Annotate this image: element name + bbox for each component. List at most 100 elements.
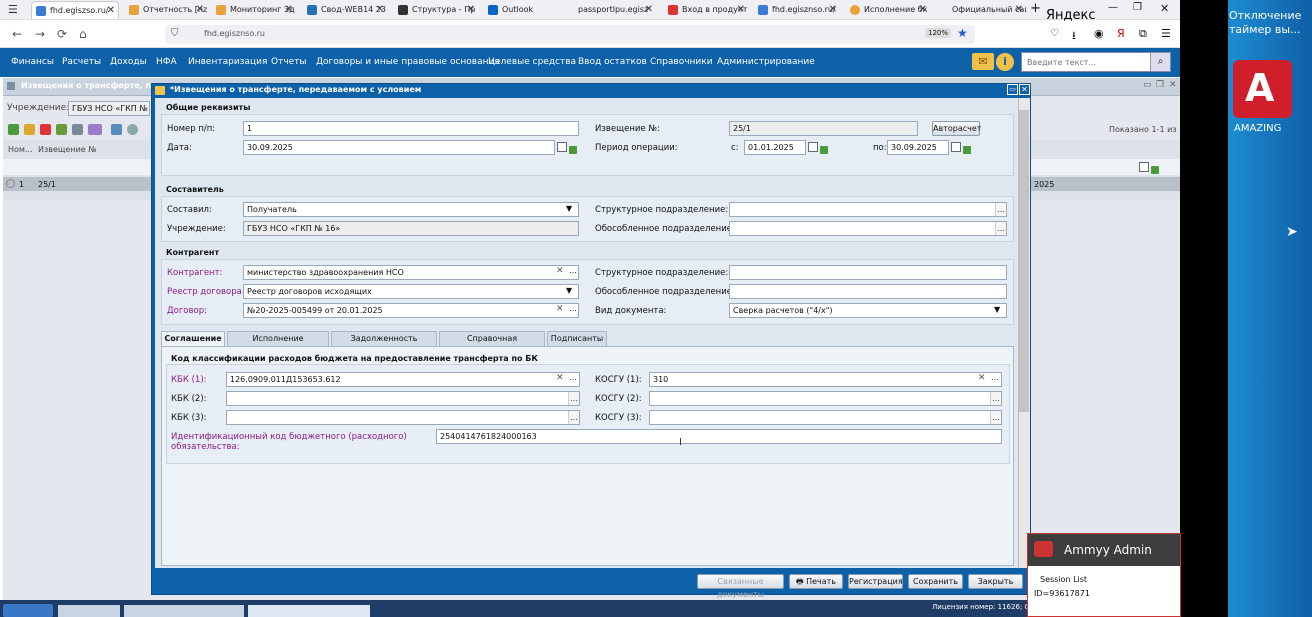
chevron-down-icon[interactable]: ▼: [994, 305, 1000, 314]
clear-filter-icon[interactable]: [1151, 166, 1159, 174]
menu-inventory[interactable]: Инвентаризация: [188, 48, 267, 77]
notice-field[interactable]: 25/1: [729, 121, 918, 136]
tab-passport[interactable]: passportlpu.egisz ✕: [560, 1, 656, 19]
tab-reporting[interactable]: Отчетность [nz ✕: [125, 1, 207, 19]
close-icon[interactable]: ✕: [1015, 1, 1023, 19]
url-field[interactable]: ⛉ fhd.egisznso.ru 120% ★: [165, 25, 975, 44]
account-icon[interactable]: ◉: [1094, 27, 1104, 40]
kosgu2-field[interactable]: …: [649, 391, 1002, 406]
close-icon[interactable]: ✕: [829, 1, 837, 19]
zoom-badge[interactable]: 120%: [925, 28, 952, 38]
ellipsis-icon[interactable]: …: [990, 411, 1001, 424]
restore-icon[interactable]: ❐: [1133, 2, 1142, 13]
kbk1-field[interactable]: 126.0909.011Д153653.612: [226, 372, 580, 387]
menu-balances[interactable]: Ввод остатков: [578, 48, 647, 77]
date-field[interactable]: 30.09.2025: [243, 140, 555, 155]
composer-select[interactable]: Получатель: [243, 202, 579, 217]
doctype-select[interactable]: Сверка расчетов ("4/х"): [729, 303, 1007, 318]
kosgu3-field[interactable]: …: [649, 410, 1002, 425]
period-from-field[interactable]: 01.01.2025: [744, 140, 806, 155]
ident-code-field[interactable]: 2540414761824000163: [436, 429, 1002, 444]
counterparty-link[interactable]: Контрагент:: [167, 268, 222, 278]
close-icon[interactable]: ✕: [376, 1, 384, 19]
ammyy-session-list[interactable]: Session List: [1040, 575, 1087, 584]
star-icon[interactable]: ★: [957, 26, 968, 40]
menu-income[interactable]: Доходы: [110, 48, 147, 77]
counterparty-field[interactable]: министерство здравоохранения НСО: [243, 265, 579, 280]
tab-login[interactable]: Вход в продукт ✕: [664, 1, 748, 19]
autocalc-button[interactable]: Авторасчет: [932, 121, 981, 136]
delete-icon[interactable]: [40, 124, 51, 135]
tab-agreement-execution[interactable]: Исполнение соглашения: [227, 331, 329, 357]
ellipsis-icon[interactable]: …: [995, 222, 1006, 235]
calendar-today-icon[interactable]: [569, 146, 577, 154]
menu-admin[interactable]: Администрирование: [717, 48, 815, 77]
menu-finance[interactable]: Финансы: [11, 48, 54, 77]
chevron-down-icon[interactable]: ▼: [566, 204, 572, 213]
calendar-today-icon[interactable]: [820, 146, 828, 154]
ellipsis-icon[interactable]: …: [568, 392, 579, 405]
tab-official[interactable]: Официальный сайт ✕: [934, 1, 1026, 19]
kbk1-link[interactable]: КБК (1):: [171, 375, 207, 385]
kbk3-field[interactable]: …: [226, 410, 580, 425]
menu-reports[interactable]: Отчеты: [271, 48, 307, 77]
search-input[interactable]: [1022, 53, 1150, 71]
taskbar-item[interactable]: [58, 605, 120, 617]
bg-col-notice[interactable]: Извещение №: [38, 145, 97, 154]
bg-col-num[interactable]: Ном...: [8, 145, 33, 154]
refresh-icon[interactable]: [127, 124, 138, 135]
ellipsis-icon[interactable]: …: [991, 373, 999, 382]
registry-link[interactable]: Реестр договора:: [167, 287, 245, 297]
close-window-icon[interactable]: ✕: [1160, 2, 1169, 15]
tab-fhd[interactable]: fhd.egiszso.ru/✕: [31, 1, 119, 19]
download-icon[interactable]: ⭳: [1072, 27, 1076, 46]
ellipsis-icon[interactable]: …: [995, 203, 1006, 216]
register-button[interactable]: Регистрация: [848, 574, 903, 589]
cp-separate-field[interactable]: [729, 284, 1007, 299]
tab-monitoring[interactable]: Мониторинг Зд ✕: [212, 1, 296, 19]
close-icon[interactable]: ✕: [285, 1, 293, 19]
tab-svod[interactable]: Свод-WEB14 23 ✕: [303, 1, 387, 19]
related-docs-button[interactable]: Связанные документы: [697, 574, 784, 599]
close-icon[interactable]: ✕: [196, 1, 204, 19]
bg-institution-field[interactable]: ГБУЗ НСО «ГКП №: [68, 101, 150, 116]
print-button[interactable]: 🖶 Печать: [789, 574, 843, 589]
period-to-field[interactable]: 30.09.2025: [887, 140, 949, 155]
dialog-close-icon[interactable]: ✕: [1019, 84, 1030, 95]
new-tab-button[interactable]: +: [1030, 1, 1041, 16]
num-field[interactable]: 1: [243, 121, 579, 136]
ellipsis-icon[interactable]: …: [569, 373, 577, 382]
calendar-icon[interactable]: [808, 142, 818, 152]
contract-field[interactable]: №20-2025-005499 от 20.01.2025: [243, 303, 579, 318]
bg-min-icon[interactable]: ▭: [1143, 80, 1152, 90]
scrollbar-thumb[interactable]: [1019, 110, 1029, 412]
clear-icon[interactable]: ✕: [556, 373, 564, 383]
close-icon[interactable]: ✕: [645, 1, 653, 19]
calendar-today-icon[interactable]: [963, 146, 971, 154]
close-icon[interactable]: ✕: [919, 1, 927, 19]
print-icon[interactable]: [111, 124, 122, 135]
save-button[interactable]: Сохранить: [908, 574, 963, 589]
ellipsis-icon[interactable]: …: [568, 411, 579, 424]
tab-reference-info[interactable]: Справочная информация: [439, 331, 545, 357]
bg-close-icon[interactable]: ✕: [1169, 80, 1177, 90]
browser-menu-icon[interactable]: ☰: [8, 3, 18, 16]
add-icon[interactable]: [8, 124, 19, 135]
dialog-maximize-icon[interactable]: ▭: [1007, 84, 1018, 95]
clear-icon[interactable]: ✕: [978, 373, 986, 383]
ellipsis-icon[interactable]: …: [569, 304, 577, 313]
close-button[interactable]: Закрыть: [968, 574, 1023, 589]
tab-agreement[interactable]: Соглашение: [161, 331, 225, 347]
reload-icon[interactable]: ⟳: [57, 27, 67, 41]
home-icon[interactable]: ⌂: [79, 27, 87, 41]
info-icon[interactable]: i: [996, 53, 1014, 71]
forward-icon[interactable]: →: [35, 27, 45, 41]
tab-structure[interactable]: Структура - Пр ✕: [394, 1, 478, 19]
minimize-icon[interactable]: —: [1108, 2, 1118, 13]
edit-icon[interactable]: [24, 124, 35, 135]
tab-signatories[interactable]: Подписанты: [547, 331, 607, 347]
menu-references[interactable]: Справочники: [650, 48, 713, 77]
amazing-app-icon[interactable]: A: [1233, 60, 1292, 118]
close-icon[interactable]: ✕: [737, 1, 745, 19]
tab-fhd-2[interactable]: fhd.egisznso.ru/✕: [754, 1, 840, 19]
